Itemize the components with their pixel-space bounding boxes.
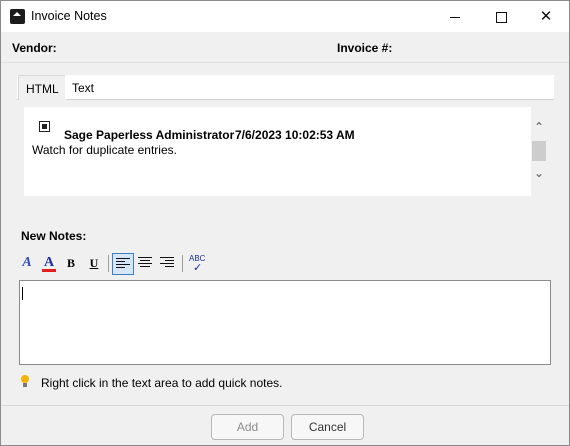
footer-divider (1, 405, 569, 406)
font-color-letter: A (43, 255, 55, 270)
note-author: Sage Paperless Administrator (64, 128, 235, 142)
cancel-button[interactable]: Cancel (291, 414, 364, 440)
scroll-up-icon[interactable]: ⌃ (533, 121, 545, 133)
format-toolbar: A A B U ABC ✓ (17, 253, 217, 275)
toolbar-separator (182, 255, 183, 272)
lightbulb-icon (20, 375, 30, 389)
align-right-icon[interactable] (157, 253, 177, 273)
new-notes-editor[interactable] (19, 280, 551, 365)
close-button[interactable]: ✕ (523, 1, 569, 32)
scroll-thumb[interactable] (532, 141, 546, 161)
maximize-button[interactable] (478, 1, 524, 32)
note-icon (39, 121, 50, 132)
close-icon: ✕ (539, 8, 553, 25)
minimize-icon (450, 16, 460, 18)
spell-check-icon[interactable]: ABC ✓ (187, 253, 207, 274)
text-caret (22, 287, 23, 300)
tab-text[interactable]: Text (65, 75, 102, 99)
toolbar-separator (108, 255, 109, 272)
scroll-down-icon[interactable]: ⌄ (533, 167, 545, 179)
font-icon[interactable]: A (17, 253, 37, 273)
bold-button[interactable]: B (61, 253, 81, 273)
underline-button[interactable]: U (84, 253, 104, 273)
invoice-number-label: Invoice #: (337, 41, 393, 55)
vendor-label: Vendor: (12, 41, 57, 55)
new-notes-label: New Notes: (21, 229, 87, 243)
add-button[interactable]: Add (211, 414, 284, 440)
invoice-header: Vendor: Invoice #: (1, 32, 569, 63)
align-center-icon[interactable] (135, 253, 155, 273)
maximize-icon (495, 11, 507, 23)
font-color-icon[interactable]: A (39, 253, 59, 273)
quick-notes-hint: Right click in the text area to add quic… (41, 376, 283, 390)
note-body: Watch for duplicate entries. (32, 143, 177, 157)
note-date: 7/6/2023 10:02:53 AM (235, 128, 355, 142)
minimize-button[interactable] (432, 1, 478, 32)
app-icon (10, 9, 25, 24)
align-left-icon[interactable] (112, 253, 134, 275)
color-bar (42, 269, 56, 272)
notes-scrollbar[interactable]: ⌃ ⌄ (531, 119, 547, 185)
notes-history[interactable]: Sage Paperless Administrator 7/6/2023 10… (24, 107, 531, 196)
title-bar[interactable]: Invoice Notes ✕ (1, 1, 569, 32)
tab-html[interactable]: HTML (18, 75, 67, 100)
invoice-notes-window: Invoice Notes ✕ Vendor: Invoice #: HTML … (0, 0, 570, 446)
window-title: Invoice Notes (31, 9, 107, 23)
tab-bar: HTML Text (17, 75, 554, 100)
